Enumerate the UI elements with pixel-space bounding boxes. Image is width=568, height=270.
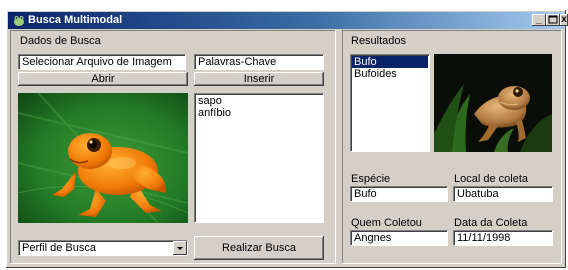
dropdown-button[interactable] [173, 241, 187, 255]
run-search-button[interactable]: Realizar Busca [194, 236, 324, 260]
search-panel: Dados de Busca Selecionar Arquivo de Ima… [10, 30, 336, 264]
result-image [434, 54, 552, 152]
query-image [18, 93, 188, 223]
keyword-item[interactable]: sapo [196, 95, 322, 107]
collector-field[interactable]: Angnes [350, 230, 448, 246]
search-window: Busca Multimodal _ x Dados de Busca Sele… [6, 10, 568, 268]
frog-app-icon [14, 16, 24, 26]
results-panel: Resultados Bufo Bufoides Espécie Bufo Lo… [342, 30, 562, 264]
run-search-button-label: Realizar Busca [222, 242, 296, 254]
open-button[interactable]: Abrir [18, 72, 188, 86]
orange-frog-picture [18, 93, 188, 223]
collection-date-label: Data da Coleta [454, 217, 528, 229]
search-section-label: Dados de Busca [20, 35, 101, 47]
minimize-button[interactable]: _ [532, 14, 546, 26]
open-button-label: Abrir [91, 73, 115, 85]
species-field[interactable]: Bufo [350, 186, 448, 202]
window-title: Busca Multimodal [28, 14, 123, 26]
title-bar[interactable]: Busca Multimodal _ x [8, 12, 568, 29]
keyword-item[interactable]: anfíbio [196, 107, 322, 119]
brown-frog-picture [434, 54, 552, 152]
results-list[interactable]: Bufo Bufoides [350, 54, 430, 152]
results-section-label: Resultados [351, 35, 407, 47]
keywords-field[interactable]: Palavras-Chave [194, 54, 324, 70]
collector-label: Quem Coletou [351, 217, 422, 229]
chevron-down-icon [177, 247, 183, 250]
search-profile-value: Perfil de Busca [22, 242, 96, 254]
maximize-icon [548, 15, 558, 24]
search-profile-select[interactable]: Perfil de Busca [18, 240, 188, 256]
close-button[interactable]: x [560, 14, 568, 26]
insert-button-label: Inserir [243, 73, 275, 85]
location-field[interactable]: Ubatuba [453, 186, 553, 202]
location-label: Local de coleta [454, 173, 528, 185]
maximize-button[interactable] [546, 14, 560, 26]
close-icon: x [561, 14, 567, 25]
minimize-icon: _ [536, 14, 542, 25]
insert-button[interactable]: Inserir [194, 72, 324, 86]
result-item-bufo[interactable]: Bufo [352, 56, 428, 68]
keywords-list[interactable]: sapo anfíbio [194, 93, 324, 223]
result-item-bufoides[interactable]: Bufoides [352, 68, 428, 80]
image-file-field[interactable]: Selecionar Arquivo de Imagem [18, 54, 186, 70]
species-label: Espécie [351, 173, 391, 185]
collection-date-field[interactable]: 11/11/1998 [453, 230, 553, 246]
